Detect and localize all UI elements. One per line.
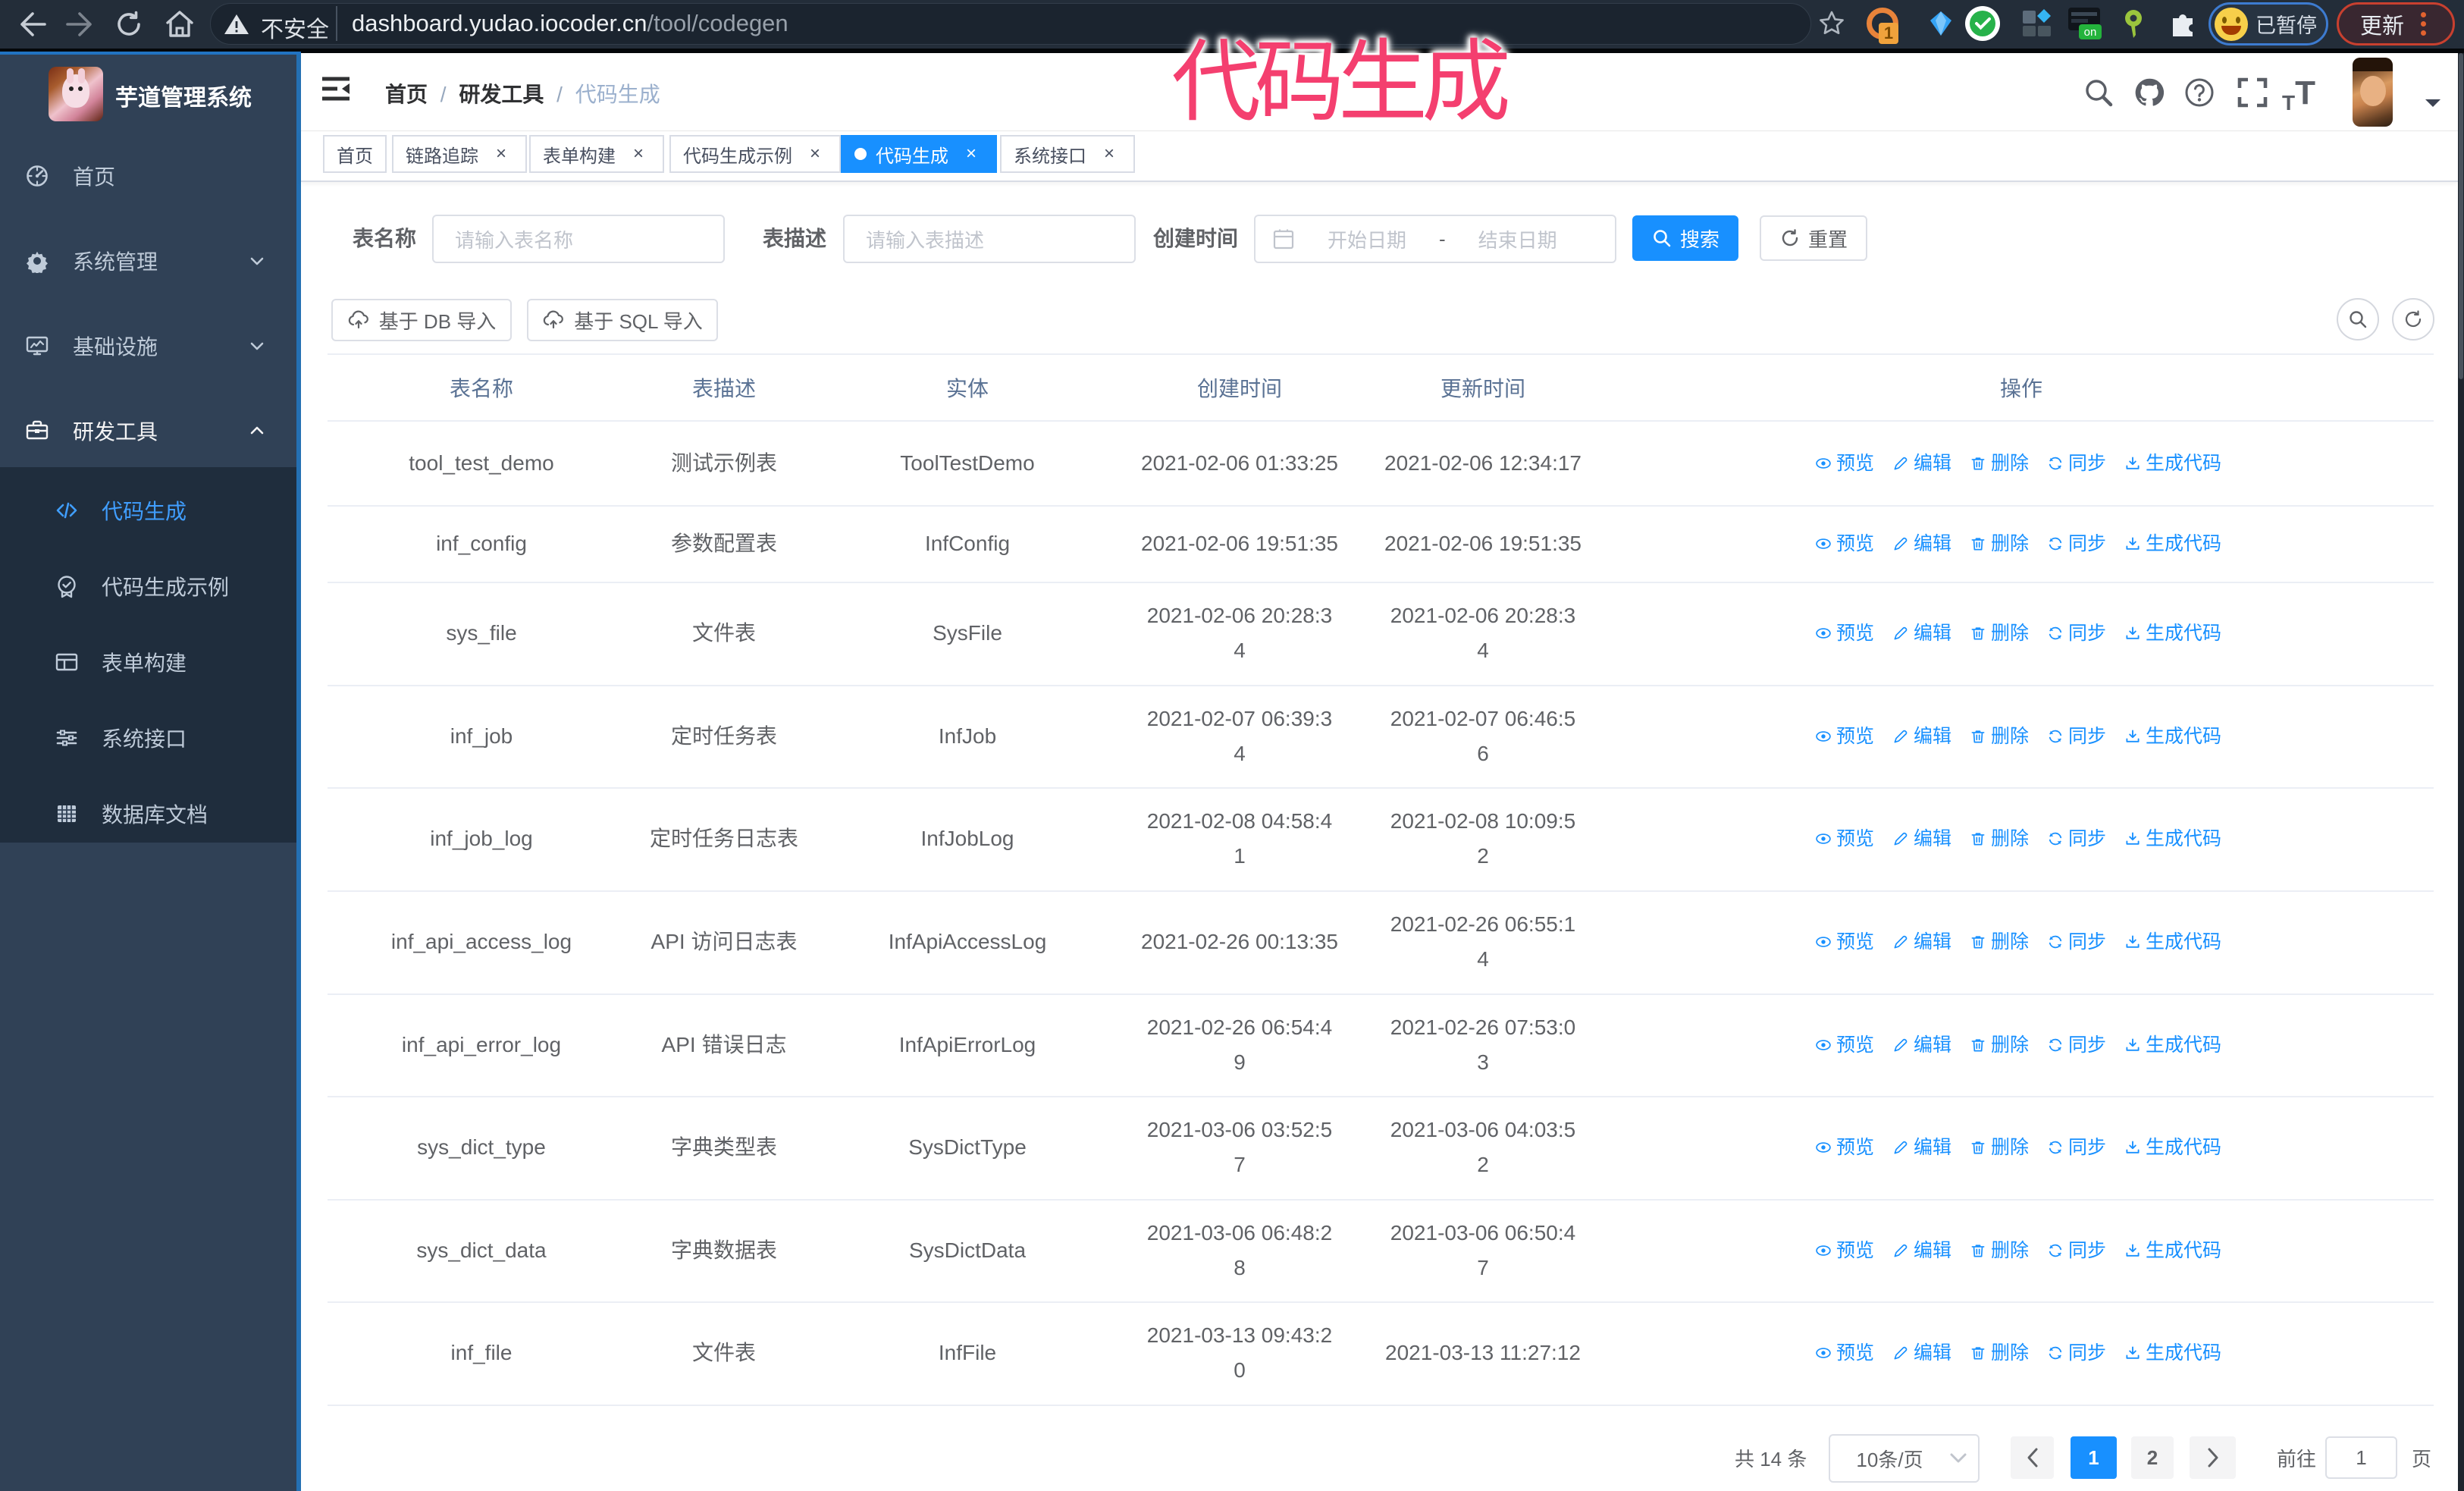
svg-text:on: on xyxy=(2084,26,2097,39)
